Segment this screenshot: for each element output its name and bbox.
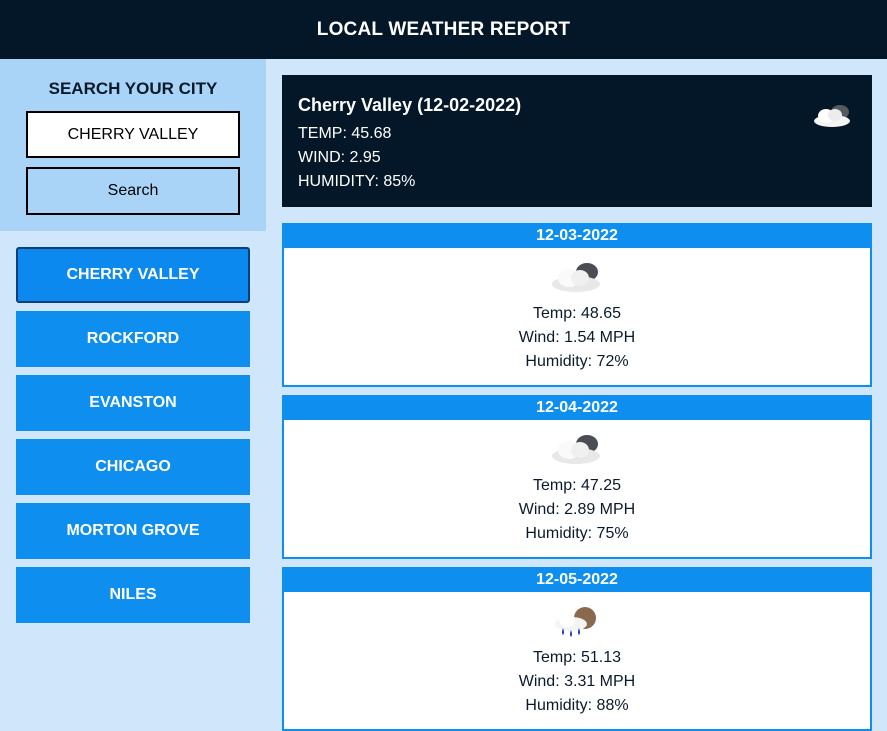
forecast-humidity: Humidity: 75% xyxy=(525,525,629,542)
app-header: LOCAL WEATHER REPORT xyxy=(0,0,887,59)
search-panel: SEARCH YOUR CITY Search xyxy=(0,59,266,231)
city-button-niles[interactable]: NILES xyxy=(16,567,250,623)
city-button-chicago[interactable]: CHICAGO xyxy=(16,439,250,495)
search-title: SEARCH YOUR CITY xyxy=(48,79,218,98)
cloudy-icon xyxy=(552,263,600,292)
current-weather-title: Cherry Valley (12-02-2022) xyxy=(298,95,522,115)
forecast-temp: Temp: 51.13 xyxy=(532,649,622,666)
city-button-evanston[interactable]: EVANSTON xyxy=(16,375,250,431)
current-weather-card: Cherry Valley (12-02-2022) TEMP: 45.68 W… xyxy=(282,75,872,207)
rain-icon xyxy=(555,607,596,637)
current-temp: TEMP: 45.68 xyxy=(298,125,392,142)
city-search-input[interactable] xyxy=(26,111,240,158)
forecast-card: 12-05-2022 Temp: 51.13 Wind: 3.31 MPH Hu… xyxy=(282,567,872,731)
current-humidity: HUMIDITY: 85% xyxy=(298,173,416,190)
forecast-wind: Wind: 2.89 MPH xyxy=(518,501,636,518)
page-title: LOCAL WEATHER REPORT xyxy=(316,18,571,40)
cloud-icon xyxy=(814,105,850,127)
forecast-date: 12-04-2022 xyxy=(284,396,870,420)
forecast-humidity: Humidity: 88% xyxy=(525,697,629,714)
saved-city-list: CHERRY VALLEY ROCKFORD EVANSTON CHICAGO … xyxy=(16,247,250,631)
forecast-date: 12-03-2022 xyxy=(284,224,870,248)
current-wind: WIND: 2.95 xyxy=(298,149,381,166)
forecast-temp: Temp: 47.25 xyxy=(532,477,622,494)
forecast-card: 12-04-2022 Temp: 47.25 Wind: 2.89 MPH Hu… xyxy=(282,395,872,559)
forecast-temp: Temp: 48.65 xyxy=(532,305,622,322)
forecast-wind: Wind: 3.31 MPH xyxy=(518,673,636,690)
search-button[interactable]: Search xyxy=(26,167,240,215)
forecast-date: 12-05-2022 xyxy=(284,568,870,592)
city-button-rockford[interactable]: ROCKFORD xyxy=(16,311,250,367)
cloudy-icon xyxy=(552,435,600,464)
forecast-card: 12-03-2022 Temp: 48.65 Wind: 1.54 MPH Hu… xyxy=(282,223,872,387)
city-button-morton-grove[interactable]: MORTON GROVE xyxy=(16,503,250,559)
forecast-wind: Wind: 1.54 MPH xyxy=(518,329,636,346)
city-button-cherry-valley[interactable]: CHERRY VALLEY xyxy=(16,247,250,303)
forecast-humidity: Humidity: 72% xyxy=(525,353,629,370)
